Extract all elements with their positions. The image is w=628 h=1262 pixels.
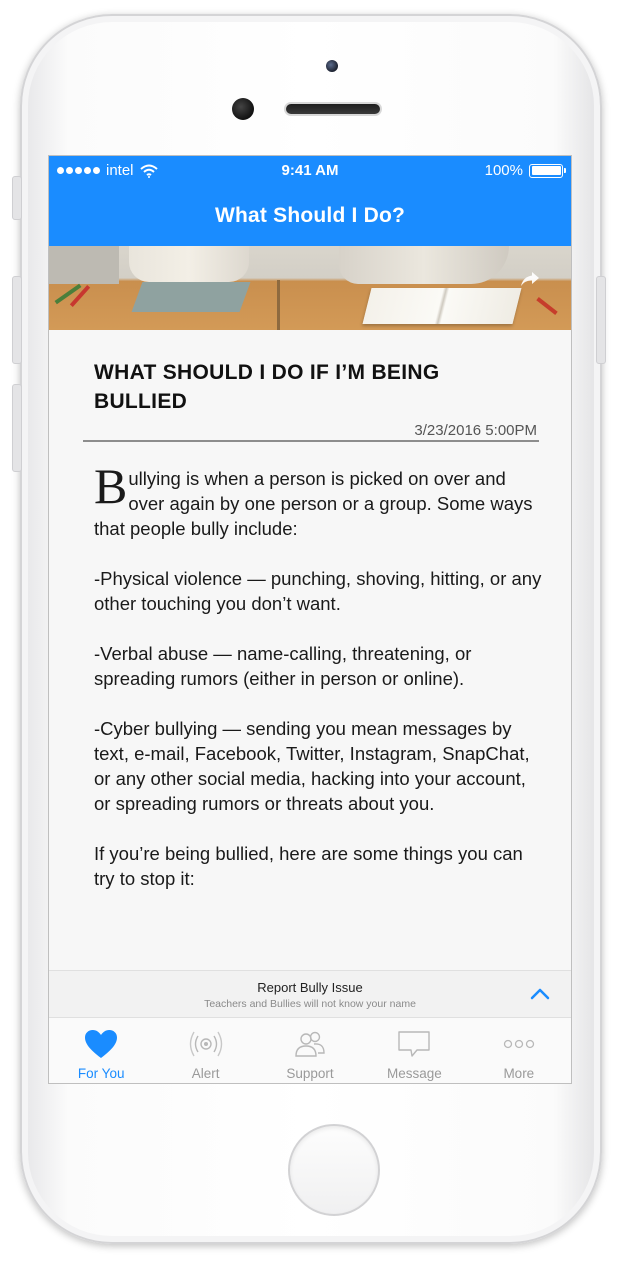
page-title: What Should I Do?: [214, 204, 406, 227]
report-bully-panel[interactable]: Report Bully Issue Teachers and Bullies …: [49, 970, 571, 1018]
drop-cap-letter: B: [94, 458, 128, 514]
earpiece-speaker: [284, 102, 382, 116]
title-divider: [83, 440, 539, 442]
more-dots-icon: [503, 1039, 534, 1049]
tab-label: More: [503, 1066, 535, 1081]
tab-support[interactable]: Support: [258, 1018, 362, 1083]
article-paragraph: Bullying is when a person is picked on o…: [94, 458, 544, 541]
report-title: Report Bully Issue: [257, 980, 363, 995]
tab-more[interactable]: More: [467, 1018, 571, 1083]
status-bar: intel 9:41 AM 100%: [49, 156, 571, 186]
share-icon[interactable]: [519, 270, 541, 288]
app-screen: intel 9:41 AM 100% What Should I Do? WHA…: [48, 155, 572, 1084]
power-button: [596, 276, 606, 364]
alert-signal-icon: [189, 1031, 222, 1057]
tab-for-you[interactable]: For You: [49, 1018, 153, 1083]
home-button[interactable]: [288, 1124, 380, 1216]
paragraph-text: ullying is when a person is picked on ov…: [94, 468, 533, 539]
tab-message[interactable]: Message: [362, 1018, 466, 1083]
tab-label: Message: [387, 1066, 442, 1081]
volume-up-button: [12, 276, 22, 364]
message-bubble-icon: [398, 1031, 431, 1057]
navigation-bar: What Should I Do?: [49, 186, 571, 246]
article-body: Bullying is when a person is picked on o…: [94, 458, 544, 916]
people-icon: [295, 1031, 325, 1057]
tab-bar: For You Alert Support Message More: [49, 1018, 571, 1083]
article-paragraph: -Verbal abuse — name-calling, threatenin…: [94, 643, 472, 689]
mute-switch: [12, 176, 22, 220]
article-content[interactable]: WHAT SHOULD I DO IF I’M BEING BULLIED 3/…: [49, 330, 571, 970]
tab-label: For You: [77, 1066, 125, 1081]
chevron-up-icon[interactable]: [529, 985, 551, 1003]
status-right: 100%: [484, 162, 566, 179]
report-subtitle: Teachers and Bullies will not know your …: [204, 998, 416, 1010]
tab-label: Support: [286, 1066, 334, 1081]
article-paragraph: -Cyber bullying — sending you mean messa…: [94, 718, 530, 814]
article-paragraph: If you’re being bullied, here are some t…: [94, 843, 523, 889]
battery-percent: 100%: [484, 162, 523, 179]
tab-alert[interactable]: Alert: [153, 1018, 257, 1083]
article-title: WHAT SHOULD I DO IF I’M BEING BULLIED: [94, 361, 440, 413]
front-camera: [232, 98, 254, 120]
article-date: 3/23/2016 5:00PM: [414, 422, 537, 439]
hero-image: [49, 246, 571, 330]
tab-label: Alert: [191, 1066, 220, 1081]
article-paragraph: -Physical violence — punching, shoving, …: [94, 568, 542, 614]
heart-icon: [85, 1030, 118, 1058]
front-sensor: [326, 60, 338, 72]
volume-down-button: [12, 384, 22, 472]
battery-icon: [529, 163, 566, 178]
